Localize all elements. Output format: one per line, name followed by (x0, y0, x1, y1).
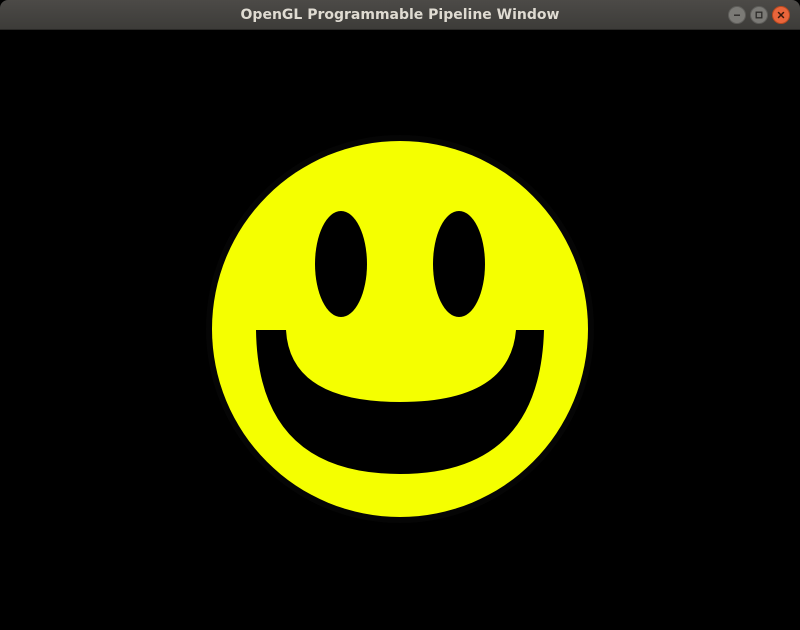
maximize-icon (755, 11, 763, 19)
rendered-scene (0, 30, 800, 630)
right-eye (433, 211, 485, 317)
maximize-button[interactable] (750, 6, 768, 24)
close-icon (777, 11, 785, 19)
minimize-button[interactable] (728, 6, 746, 24)
minimize-icon (734, 14, 740, 16)
window-controls (728, 6, 790, 24)
app-window: OpenGL Programmable Pipeline Window (0, 0, 800, 630)
window-title: OpenGL Programmable Pipeline Window (240, 7, 560, 23)
title-bar[interactable]: OpenGL Programmable Pipeline Window (0, 0, 800, 30)
close-button[interactable] (772, 6, 790, 24)
left-eye (315, 211, 367, 317)
gl-viewport[interactable] (0, 30, 800, 630)
